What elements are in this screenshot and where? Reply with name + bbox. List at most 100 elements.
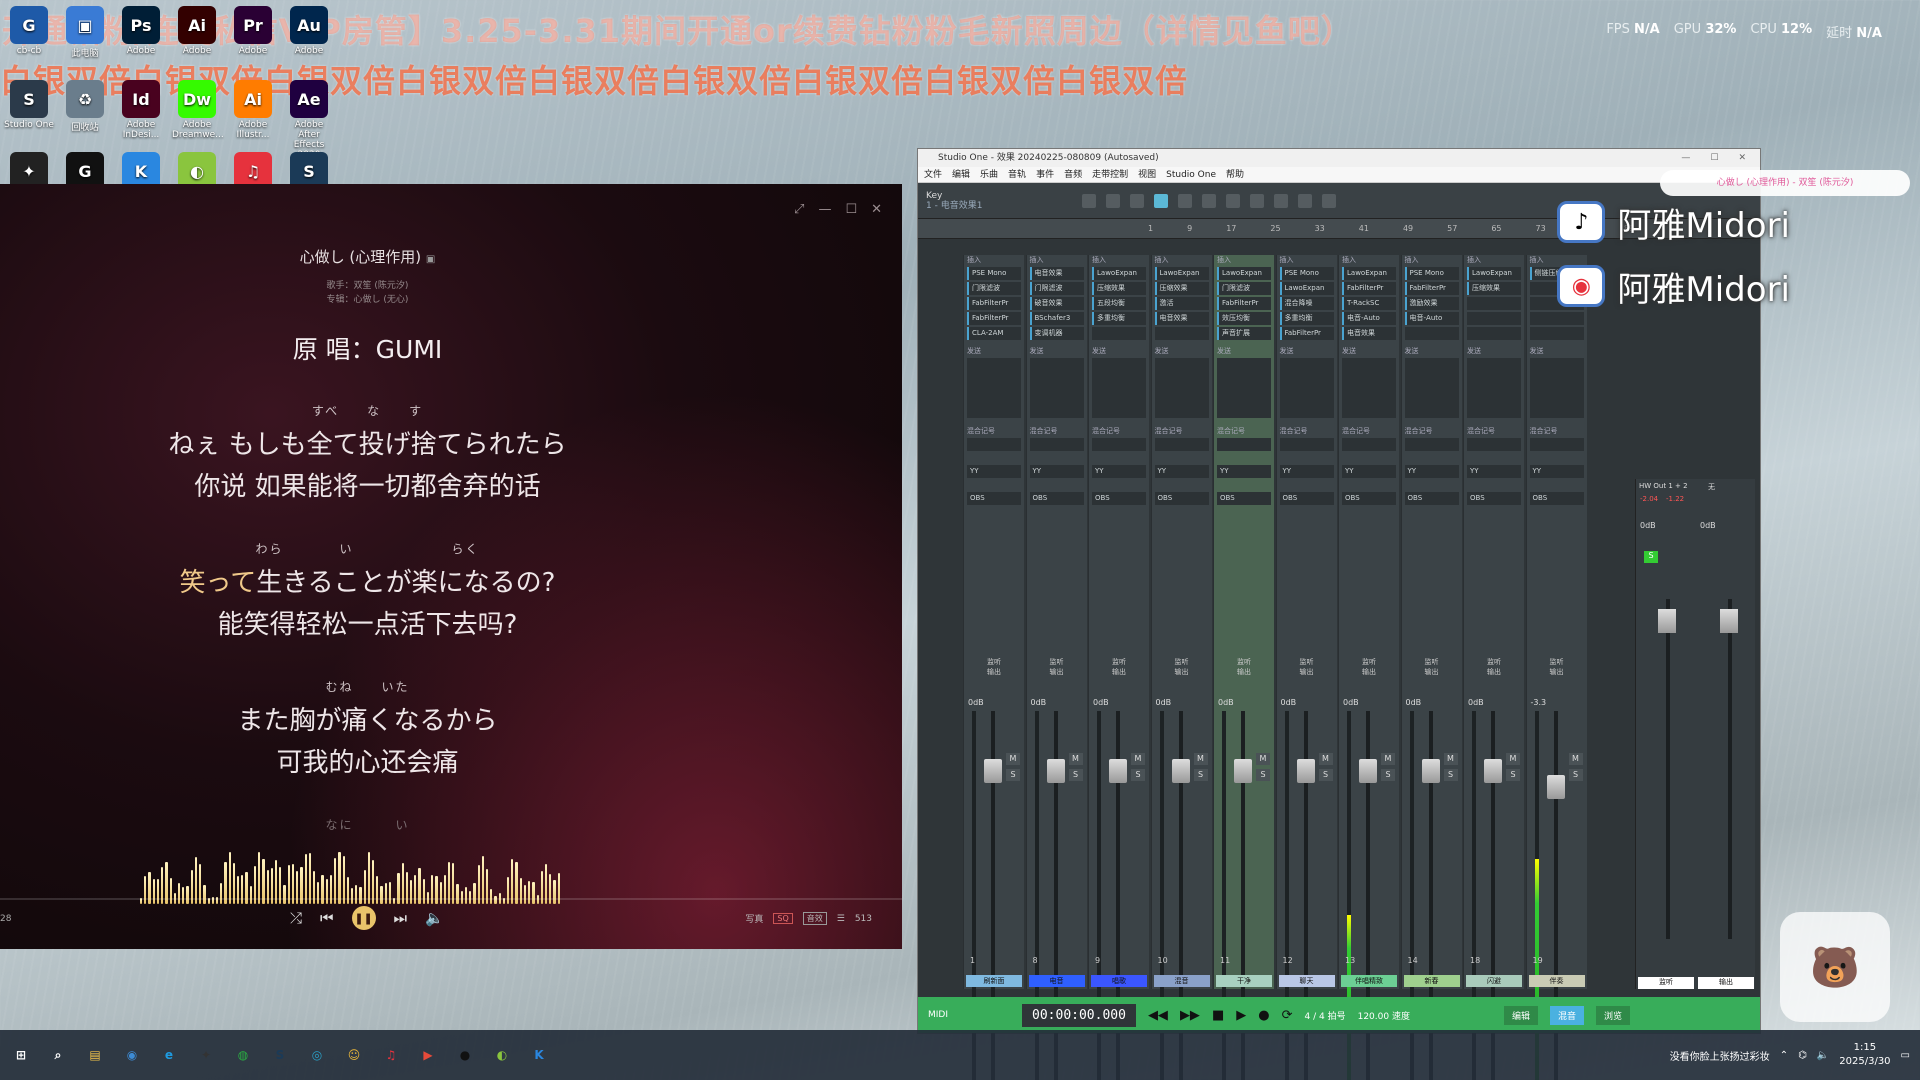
pause-button[interactable]: ❚❚	[351, 906, 376, 930]
mixer-channel[interactable]: 插入 LawoExpan 压缩效果 发送 混合记号 YY OBS 监听 输出 0dB M S 18 闪避	[1463, 255, 1524, 1080]
desktop-icon[interactable]: ♻ 回收站	[60, 80, 110, 133]
send-slot-obs[interactable]: OBS	[1279, 492, 1334, 505]
desktop-icon[interactable]: Pr Adobe	[228, 6, 278, 56]
send-slot-obs[interactable]: OBS	[967, 492, 1021, 505]
mixer-channel[interactable]: 插入 LawoExpan 压缩效果 激活 电音效果 发送 混合记号 YY OBS 监听 输出 0dB M…	[1150, 255, 1212, 1080]
insert-header[interactable]: 插入	[1464, 255, 1524, 265]
insert-slot[interactable]: LawoExpan	[1467, 267, 1521, 280]
insert-slot[interactable]: 门限滤波	[967, 282, 1021, 295]
channel-name[interactable]: 伴唱精致	[1341, 975, 1397, 987]
channel-name[interactable]: 聊天	[1278, 975, 1335, 987]
send-slot-yy[interactable]: YY	[1279, 465, 1334, 478]
send-slot[interactable]	[1529, 438, 1584, 451]
send-slot-obs[interactable]: OBS	[1217, 492, 1271, 505]
solo-button[interactable]: S	[1068, 769, 1083, 781]
mixer-channel[interactable]: 插入 电音效果 门限滤波 破音效果 BSchafer3 变调机器 发送 混合记号 YY OBS 监听…	[1025, 255, 1087, 1080]
maximize-icon[interactable]: ☐	[1710, 149, 1718, 167]
close-icon[interactable]: ✕	[1738, 149, 1746, 167]
bend-tool-icon[interactable]	[1226, 193, 1241, 208]
taskbar-app-icon[interactable]: e	[158, 1044, 180, 1066]
taskbar-app-icon[interactable]: ◉	[121, 1044, 143, 1066]
insert-slot[interactable]: 压缩效果	[1092, 282, 1146, 295]
playback-progress[interactable]	[0, 898, 902, 900]
quality-tag[interactable]: SQ	[773, 913, 793, 924]
insert-slot[interactable]: 变调机器	[1029, 327, 1084, 340]
insert-slot[interactable]: 电音效果	[1154, 312, 1209, 325]
split-tool-icon[interactable]	[1130, 193, 1145, 208]
notification-icon[interactable]: ▭	[1901, 1050, 1910, 1061]
mute-button[interactable]: M	[1318, 753, 1333, 765]
send-slot-yy[interactable]: YY	[1467, 465, 1521, 478]
channel-name[interactable]: 闪避	[1466, 975, 1522, 987]
volume-fader[interactable]	[1171, 759, 1190, 783]
mute-button[interactable]: M	[1068, 753, 1083, 765]
insert-slot-empty[interactable]	[1092, 327, 1146, 340]
send-header[interactable]: 发送	[1339, 346, 1399, 356]
send-area[interactable]	[1029, 358, 1084, 418]
insert-slot[interactable]: 电音-Auto	[1404, 312, 1459, 325]
insert-slot[interactable]: 门限滤波	[1029, 282, 1084, 295]
desktop-icon[interactable]: ▣ 此电脑	[60, 6, 110, 59]
listen-tool-icon[interactable]	[1250, 193, 1265, 208]
insert-slot[interactable]: FabFilterPr	[1404, 282, 1459, 295]
mute-button[interactable]: M	[1443, 753, 1458, 765]
insert-slot[interactable]: T-RackSC	[1342, 297, 1396, 310]
tray-chevron-icon[interactable]: ⌃	[1780, 1050, 1788, 1061]
insert-slot[interactable]: 多重均衡	[1092, 312, 1146, 325]
insert-slot[interactable]: 破音效果	[1029, 297, 1084, 310]
send-header[interactable]: 发送	[1027, 346, 1087, 356]
volume-fader[interactable]	[984, 759, 1002, 783]
send-slot[interactable]	[1404, 438, 1459, 451]
mute-tool-icon[interactable]	[1202, 193, 1217, 208]
solo-button[interactable]: S	[1318, 769, 1333, 781]
send-slot[interactable]	[1279, 438, 1334, 451]
taskbar-app-icon[interactable]: ▶	[417, 1044, 439, 1066]
arrow-tool-icon[interactable]	[1082, 193, 1097, 208]
taskbar-app-icon[interactable]: ⌕	[47, 1044, 69, 1066]
send-slot[interactable]	[1342, 438, 1396, 451]
send-slot-obs[interactable]: OBS	[1467, 492, 1521, 505]
loop-icon[interactable]: ⟳	[1282, 1008, 1293, 1023]
mute-button[interactable]: M	[1006, 753, 1020, 765]
desktop-icon[interactable]: Ai Adobe	[172, 6, 222, 56]
menu-item[interactable]: 视图	[1138, 167, 1156, 182]
send-header[interactable]: 发送	[1214, 346, 1274, 356]
menu-item[interactable]: 音轨	[1008, 167, 1026, 182]
send-slot-yy[interactable]: YY	[1092, 465, 1146, 478]
channel-volume[interactable]: 0dB	[1156, 698, 1172, 707]
taskbar-app-icon[interactable]: ⊞	[10, 1044, 32, 1066]
insert-slot[interactable]: 混合降噪	[1279, 297, 1334, 310]
network-icon[interactable]: ⌬	[1798, 1050, 1807, 1061]
channel-volume[interactable]: 0dB	[1281, 698, 1297, 707]
tab-mix[interactable]: 混音	[1550, 1005, 1585, 1025]
minimize-icon[interactable]: —	[818, 202, 831, 217]
volume-fader[interactable]	[1046, 759, 1065, 783]
solo-button[interactable]: S	[1506, 769, 1520, 781]
solo-button[interactable]: S	[1443, 769, 1458, 781]
mute-button[interactable]: M	[1256, 753, 1270, 765]
insert-slot[interactable]: 门限滤波	[1217, 282, 1271, 295]
stop-icon[interactable]: ■	[1212, 1008, 1224, 1023]
menu-item[interactable]: Studio One	[1166, 167, 1216, 182]
solo-button[interactable]: S	[1568, 769, 1583, 781]
insert-header[interactable]: 插入	[1089, 255, 1149, 265]
insert-slot[interactable]: 激活	[1154, 297, 1209, 310]
insert-slot[interactable]: LawoExpan	[1154, 267, 1209, 280]
insert-header[interactable]: 插入	[1027, 255, 1087, 265]
volume-fader[interactable]	[1546, 775, 1565, 799]
channel-volume[interactable]: -3.3	[1531, 698, 1547, 707]
playlist-icon[interactable]: ☰	[837, 914, 845, 924]
channel-volume[interactable]: 0dB	[1218, 698, 1234, 707]
range-tool-icon[interactable]	[1106, 193, 1121, 208]
insert-slot[interactable]: FabFilterPr	[1342, 282, 1396, 295]
mute-button[interactable]: M	[1506, 753, 1520, 765]
next-icon[interactable]: ⏭	[394, 909, 408, 927]
insert-slot[interactable]: PSE Mono	[1279, 267, 1334, 280]
insert-slot[interactable]: FabFilterPr	[967, 297, 1021, 310]
insert-slot[interactable]: PSE Mono	[967, 267, 1021, 280]
insert-slot-empty[interactable]	[1529, 312, 1584, 325]
channel-name[interactable]: 刷新面	[966, 975, 1022, 987]
insert-slot[interactable]: 电音效果	[1029, 267, 1084, 280]
taskbar-app-icon[interactable]: ◍	[232, 1044, 254, 1066]
solo-button[interactable]: S	[1131, 769, 1145, 781]
